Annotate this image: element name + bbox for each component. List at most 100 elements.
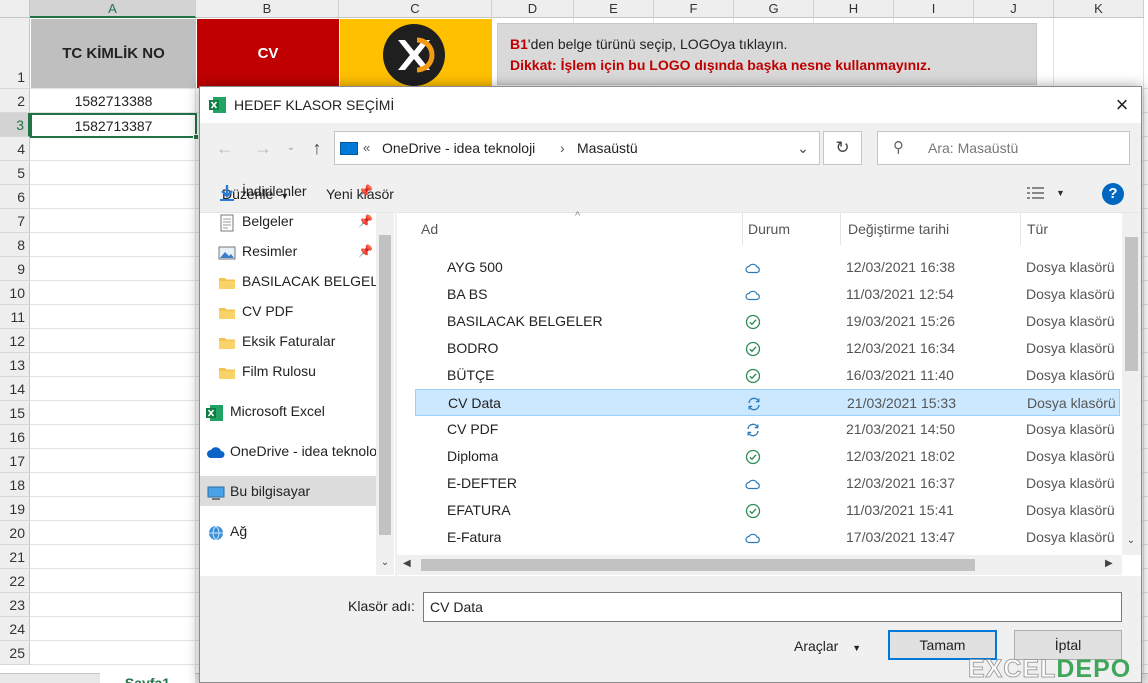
file-row[interactable]: CV PDF 21/03/2021 14:50 Dosya klasörü bbox=[415, 416, 1120, 443]
row-header-24[interactable]: 24 bbox=[0, 617, 30, 641]
refresh-icon[interactable]: ↻ bbox=[823, 131, 862, 165]
column-header-k[interactable]: K bbox=[1054, 0, 1144, 18]
nav-item-9[interactable]: Bu bilgisayar bbox=[200, 476, 376, 506]
pin-icon[interactable]: 📌 bbox=[358, 236, 373, 266]
file-row[interactable]: BODRO 12/03/2021 16:34 Dosya klasörü bbox=[415, 335, 1120, 362]
column-header-h[interactable]: H bbox=[814, 0, 894, 18]
scroll-right-icon[interactable]: ▶ bbox=[1105, 558, 1113, 569]
row-header-10[interactable]: 10 bbox=[0, 281, 30, 305]
column-header-f[interactable]: F bbox=[654, 0, 734, 18]
close-icon[interactable]: × bbox=[1103, 87, 1141, 123]
row-header-2[interactable]: 2 bbox=[0, 89, 30, 113]
pin-icon[interactable]: 📌 bbox=[358, 176, 373, 206]
file-row[interactable]: EFATURA 11/03/2021 15:41 Dosya klasörü bbox=[415, 497, 1120, 524]
row-header-9[interactable]: 9 bbox=[0, 257, 30, 281]
nav-item-6[interactable]: Film Rulosu bbox=[200, 356, 376, 386]
nav-item-2[interactable]: Resimler 📌 bbox=[200, 236, 376, 266]
row-header-21[interactable]: 21 bbox=[0, 545, 30, 569]
view-dropdown-icon[interactable]: ▼ bbox=[1056, 185, 1065, 201]
column-header-a[interactable]: A bbox=[30, 0, 196, 18]
row-header-23[interactable]: 23 bbox=[0, 593, 30, 617]
row-header-15[interactable]: 15 bbox=[0, 401, 30, 425]
cell-a1[interactable]: TC KİMLİK NO bbox=[31, 19, 196, 88]
help-icon[interactable]: ? bbox=[1102, 183, 1124, 205]
scroll-down-icon[interactable]: ⌄ bbox=[1124, 535, 1138, 551]
sheet-tab[interactable]: Sayfa1 bbox=[100, 673, 195, 683]
row-header-18[interactable]: 18 bbox=[0, 473, 30, 497]
file-list-hscroll-thumb[interactable] bbox=[421, 559, 975, 571]
nav-item-10[interactable]: Ağ bbox=[200, 516, 376, 546]
nav-scrollbar[interactable]: ⌄ bbox=[376, 213, 394, 575]
folder-name-input[interactable]: CV Data bbox=[423, 592, 1122, 622]
row-header-22[interactable]: 22 bbox=[0, 569, 30, 593]
column-header-name[interactable]: Ad bbox=[397, 213, 743, 245]
nav-item-3[interactable]: BASILACAK BELGELER bbox=[200, 266, 376, 296]
nav-item-8[interactable]: OneDrive - idea teknoloji bbox=[200, 436, 376, 466]
cell-b1[interactable]: CV bbox=[197, 19, 339, 88]
nav-item-7[interactable]: Microsoft Excel bbox=[200, 396, 376, 426]
column-header-g[interactable]: G bbox=[734, 0, 814, 18]
search-input[interactable]: ⚲ Ara: Masaüstü bbox=[877, 131, 1130, 165]
row-header-3[interactable]: 3 bbox=[0, 113, 30, 137]
row-header-14[interactable]: 14 bbox=[0, 377, 30, 401]
address-part-desktop[interactable]: Masaüstü bbox=[577, 132, 638, 164]
row-header-11[interactable]: 11 bbox=[0, 305, 30, 329]
cell-a2[interactable]: 1582713388 bbox=[31, 89, 196, 113]
nav-item-4[interactable]: CV PDF bbox=[200, 296, 376, 326]
file-list-vscrollbar[interactable]: ⌄ bbox=[1122, 213, 1141, 555]
file-list-hscrollbar[interactable]: ◀ ▶ bbox=[397, 555, 1122, 575]
file-row[interactable]: AYG 500 12/03/2021 16:38 Dosya klasörü bbox=[415, 254, 1120, 281]
row-header-19[interactable]: 19 bbox=[0, 497, 30, 521]
tools-button[interactable]: Araçlar ▼ bbox=[794, 633, 861, 661]
nav-item-5[interactable]: Eksik Faturalar bbox=[200, 326, 376, 356]
file-row[interactable]: BA BS 11/03/2021 12:54 Dosya klasörü bbox=[415, 281, 1120, 308]
scroll-left-icon[interactable]: ◀ bbox=[403, 558, 411, 569]
dialog-title-bar[interactable]: HEDEF KLASOR SEÇİMİ × bbox=[200, 87, 1141, 123]
nav-item-1[interactable]: Belgeler 📌 bbox=[200, 206, 376, 236]
file-row[interactable]: E-DEFTER 12/03/2021 16:37 Dosya klasörü bbox=[415, 470, 1120, 497]
cell-a3[interactable]: 1582713387 bbox=[30, 113, 197, 138]
column-header-modified[interactable]: Değiştirme tarihi bbox=[841, 213, 1021, 245]
cell-c1[interactable] bbox=[340, 19, 492, 88]
view-options-icon[interactable] bbox=[1026, 185, 1046, 201]
row-header-13[interactable]: 13 bbox=[0, 353, 30, 377]
column-header-c[interactable]: C bbox=[339, 0, 492, 18]
up-arrow-icon[interactable]: ↑ bbox=[306, 137, 328, 159]
file-list-vscroll-thumb[interactable] bbox=[1125, 237, 1138, 371]
file-row[interactable]: BASILACAK BELGELER 19/03/2021 15:26 Dosya … bbox=[415, 308, 1120, 335]
recent-dropdown-icon[interactable]: ⌄ bbox=[284, 139, 298, 157]
row-header-5[interactable]: 5 bbox=[0, 161, 30, 185]
row-header-16[interactable]: 16 bbox=[0, 425, 30, 449]
row-header-12[interactable]: 12 bbox=[0, 329, 30, 353]
row-header-17[interactable]: 17 bbox=[0, 449, 30, 473]
back-arrow-icon[interactable]: ← bbox=[214, 137, 236, 159]
select-all-corner[interactable] bbox=[0, 0, 30, 18]
nav-scroll-thumb[interactable] bbox=[379, 235, 391, 535]
column-header-d[interactable]: D bbox=[492, 0, 574, 18]
row-header-25[interactable]: 25 bbox=[0, 641, 30, 665]
file-row[interactable]: Diploma 12/03/2021 18:02 Dosya klasörü bbox=[415, 443, 1120, 470]
column-header-e[interactable]: E bbox=[574, 0, 654, 18]
row-header-7[interactable]: 7 bbox=[0, 209, 30, 233]
forward-arrow-icon[interactable]: → bbox=[252, 137, 274, 159]
column-header-type[interactable]: Tür bbox=[1021, 213, 1121, 245]
row-header-6[interactable]: 6 bbox=[0, 185, 30, 209]
column-header-status[interactable]: Durum bbox=[743, 213, 841, 245]
column-header-i[interactable]: I bbox=[894, 0, 974, 18]
column-header-j[interactable]: J bbox=[974, 0, 1054, 18]
logo-icon[interactable] bbox=[381, 22, 447, 88]
file-row[interactable]: E-Fatura 17/03/2021 13:47 Dosya klasörü bbox=[415, 524, 1120, 551]
address-bar[interactable]: « OneDrive - idea teknoloji › Masaüstü ⌄ bbox=[334, 131, 820, 165]
column-header-b[interactable]: B bbox=[196, 0, 339, 18]
row-header-1[interactable]: 1 bbox=[0, 18, 30, 89]
nav-item-0[interactable]: İndirilenler 📌 bbox=[200, 176, 376, 206]
row-header-20[interactable]: 20 bbox=[0, 521, 30, 545]
row-header-8[interactable]: 8 bbox=[0, 233, 30, 257]
address-part-onedrive[interactable]: OneDrive - idea teknoloji bbox=[382, 132, 535, 164]
nav-scroll-down-icon[interactable]: ⌄ bbox=[379, 557, 391, 573]
file-row[interactable]: CV Data 21/03/2021 15:33 Dosya klasörü bbox=[415, 389, 1120, 416]
row-header-4[interactable]: 4 bbox=[0, 137, 30, 161]
chevron-down-icon[interactable]: ⌄ bbox=[793, 132, 813, 164]
pin-icon[interactable]: 📌 bbox=[358, 206, 373, 236]
file-row[interactable]: BÜTÇE 16/03/2021 11:40 Dosya klasörü bbox=[415, 362, 1120, 389]
